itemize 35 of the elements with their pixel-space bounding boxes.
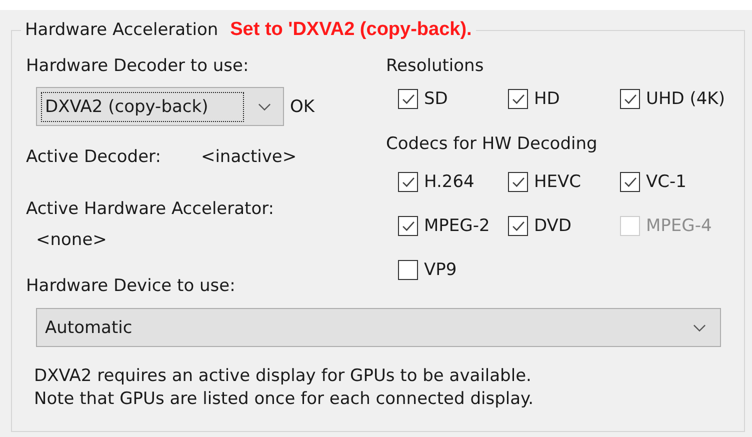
- checkbox[interactable]: HEVC: [508, 170, 582, 194]
- checkbox[interactable]: MPEG-2: [398, 214, 490, 238]
- status-text: OK: [290, 96, 315, 118]
- device-dropdown[interactable]: Automatic: [36, 308, 721, 347]
- chevron-down-icon: [258, 102, 271, 110]
- note-text: DXVA2 requires an active display for GPUs to be available.: [34, 365, 532, 388]
- section-title: Codecs for HW Decoding: [386, 133, 598, 156]
- decoder-dropdown[interactable]: DXVA2 (copy-back): [36, 87, 284, 126]
- checkbox[interactable]: VC-1: [620, 170, 686, 194]
- section-title: Resolutions: [386, 55, 485, 78]
- checkbox[interactable]: DVD: [508, 214, 572, 238]
- checkmark-icon: [512, 94, 524, 104]
- notice-text: Set to 'DXVA2 (copy-back).: [230, 18, 472, 42]
- field-label: Hardware Device to use:: [26, 275, 236, 298]
- checkbox[interactable]: VP9: [398, 258, 457, 282]
- chevron-down-icon: [693, 324, 706, 332]
- checkmark-icon: [402, 94, 414, 104]
- field-label: Active Hardware Accelerator:: [26, 198, 276, 221]
- note-text: Note that GPUs are listed once for each connected display.: [34, 388, 535, 411]
- group-title: Hardware Acceleration: [25, 19, 218, 42]
- field-value: <inactive>: [200, 146, 297, 169]
- checkbox[interactable]: HD: [508, 87, 560, 111]
- checkbox[interactable]: UHD (4K): [620, 87, 725, 111]
- checkmark-icon: [624, 94, 636, 104]
- checkbox: MPEG-4: [620, 214, 712, 238]
- checkmark-icon: [512, 177, 524, 187]
- checkbox[interactable]: SD: [398, 87, 448, 111]
- field-label: Hardware Decoder to use:: [26, 55, 250, 78]
- checkmark-icon: [402, 177, 414, 187]
- checkmark-icon: [512, 221, 524, 231]
- checkbox[interactable]: H.264: [398, 170, 474, 194]
- checkmark-icon: [402, 221, 414, 231]
- field-label: Active Decoder:: [26, 146, 161, 169]
- field-value: <none>: [36, 229, 107, 252]
- checkmark-icon: [624, 177, 636, 187]
